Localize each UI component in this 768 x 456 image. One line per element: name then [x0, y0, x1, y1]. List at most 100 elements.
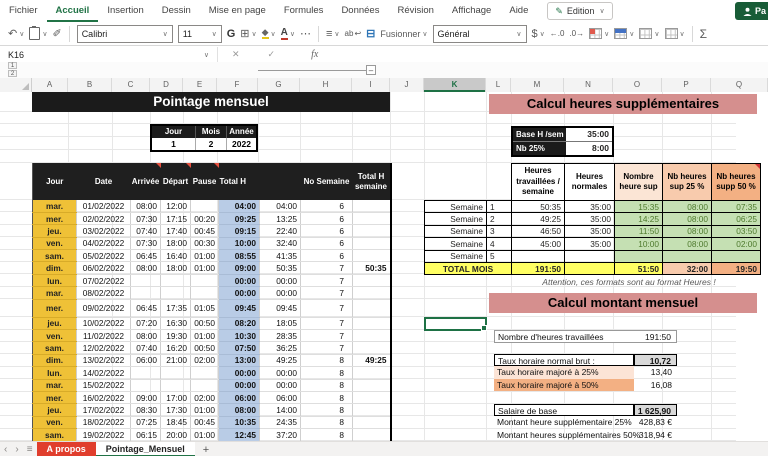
ribbon-tab[interactable]: Fichier: [0, 0, 47, 22]
overtime-50-cell[interactable]: 06:25: [711, 212, 761, 226]
depart-cell[interactable]: 17:00: [160, 391, 191, 405]
date-input-box[interactable]: Jour Mois Année 1 2 2022: [150, 124, 258, 152]
date-cell[interactable]: 16/02/2022: [76, 391, 131, 405]
day-cell[interactable]: dim.: [32, 261, 77, 275]
header-nb-sup-50[interactable]: Nb heures supp 50 %: [711, 163, 761, 201]
total-h-cell[interactable]: 00:00: [218, 274, 260, 288]
week-total-cell[interactable]: [352, 249, 391, 263]
total-h-cell[interactable]: 00:00: [218, 286, 260, 300]
align-button[interactable]: ≡ ∨: [326, 28, 340, 40]
arrivee-cell[interactable]: 08:00: [130, 329, 161, 343]
cumulative-cell[interactable]: 14:00: [259, 403, 301, 417]
depart-cell[interactable]: [160, 274, 191, 288]
week-number-cell[interactable]: 7: [300, 341, 353, 355]
pause-cell[interactable]: 01:00: [190, 261, 219, 275]
column-header-D[interactable]: D: [150, 78, 183, 92]
date-cell[interactable]: 15/02/2022: [76, 379, 131, 392]
header-pause[interactable]: Pause: [190, 163, 219, 200]
depart-cell[interactable]: [160, 286, 191, 300]
enter-icon[interactable]: ✓: [268, 49, 276, 60]
day-cell[interactable]: ven.: [32, 329, 77, 343]
header-total-h[interactable]: Total H: [218, 163, 260, 200]
overtime-50-cell[interactable]: 02:00: [711, 237, 761, 251]
pause-cell[interactable]: [190, 274, 219, 288]
overtime-25-cell[interactable]: 08:00: [662, 237, 712, 251]
overtime-50-cell[interactable]: [711, 249, 761, 263]
sheet-list-icon[interactable]: ≡: [27, 444, 33, 455]
cumulative-cell[interactable]: 50:35: [259, 261, 301, 275]
currency-format-button[interactable]: $ ∨: [532, 28, 545, 40]
sheet-grid[interactable]: Pointage mensuel Jour Mois Année 1 2 202…: [0, 92, 768, 442]
paste-button[interactable]: ∨: [29, 25, 47, 40]
arrivee-cell[interactable]: 06:45: [130, 249, 161, 263]
day-cell[interactable]: mer.: [32, 299, 77, 318]
param-value-cell[interactable]: 35:00: [566, 128, 612, 141]
cumulative-cell[interactable]: 32:40: [259, 237, 301, 251]
day-cell[interactable]: mar.: [32, 200, 77, 213]
total-25-cell[interactable]: 32:00: [662, 261, 712, 276]
depart-cell[interactable]: 20:00: [160, 428, 191, 442]
week-total-cell[interactable]: [352, 428, 391, 442]
ribbon-tab[interactable]: Insertion: [98, 0, 152, 22]
name-box[interactable]: K16 ∨: [0, 47, 218, 62]
total-h-cell[interactable]: 09:45: [218, 299, 260, 318]
date-cell[interactable]: 18/02/2022: [76, 416, 131, 430]
rate-value-cell[interactable]: 16,08: [634, 379, 677, 391]
week-total-cell[interactable]: [352, 416, 391, 430]
total-h-cell[interactable]: 00:00: [218, 379, 260, 392]
fx-icon[interactable]: fx: [311, 49, 318, 60]
overtime-hours-cell[interactable]: 10:00: [614, 237, 663, 251]
column-header-N[interactable]: N: [564, 78, 613, 92]
total-h-cell[interactable]: 06:00: [218, 391, 260, 405]
depart-cell[interactable]: 16:30: [160, 317, 191, 331]
depart-cell[interactable]: 16:20: [160, 341, 191, 355]
date-cell[interactable]: 04/02/2022: [76, 237, 131, 251]
day-cell[interactable]: sam.: [32, 428, 77, 442]
total-h-cell[interactable]: 08:00: [218, 403, 260, 417]
pause-cell[interactable]: 00:45: [190, 416, 219, 430]
column-header-Q[interactable]: Q: [711, 78, 768, 92]
week-number-cell[interactable]: 7: [300, 286, 353, 300]
ribbon-tab[interactable]: Révision: [388, 0, 442, 22]
normal-hours-cell[interactable]: 35:00: [564, 212, 615, 226]
pause-cell[interactable]: [190, 200, 219, 213]
week-number-cell[interactable]: 7: [300, 299, 353, 318]
header-date[interactable]: Date: [76, 163, 131, 200]
total-h-cell[interactable]: 09:15: [218, 224, 260, 238]
week-total-cell[interactable]: [352, 200, 391, 213]
week-total-cell[interactable]: [352, 403, 391, 417]
day-cell[interactable]: mar.: [32, 379, 77, 392]
merge-button[interactable]: Fusionner ∨: [380, 29, 427, 39]
outline-level-1-button[interactable]: 1: [8, 62, 17, 69]
date-cell[interactable]: 01/02/2022: [76, 200, 131, 213]
overtime-25-cell[interactable]: 08:00: [662, 224, 712, 239]
week-number-cell[interactable]: 7: [300, 261, 353, 275]
pause-cell[interactable]: 02:00: [190, 391, 219, 405]
column-header-C[interactable]: C: [112, 78, 150, 92]
header-nb-sup-25[interactable]: Nb heures sup 25 %: [662, 163, 712, 201]
undo-button[interactable]: ↶ ∨: [8, 27, 24, 40]
column-header-E[interactable]: E: [183, 78, 217, 92]
worked-hours-cell[interactable]: [511, 249, 565, 263]
cumulative-cell[interactable]: 41:35: [259, 249, 301, 263]
worked-hours-cell[interactable]: 49:25: [511, 212, 565, 226]
cumulative-cell[interactable]: 24:35: [259, 416, 301, 430]
pause-cell[interactable]: 00:45: [190, 224, 219, 238]
overtime-50-cell[interactable]: 07:35: [711, 199, 761, 214]
depart-cell[interactable]: 17:40: [160, 224, 191, 238]
cumulative-cell[interactable]: 00:00: [259, 366, 301, 380]
salary-value-cell[interactable]: 318,94 €: [634, 429, 677, 441]
cumulative-cell[interactable]: 09:45: [259, 299, 301, 318]
week-total-cell[interactable]: [352, 391, 391, 405]
arrivee-cell[interactable]: 09:00: [130, 391, 161, 405]
cumulative-cell[interactable]: 22:40: [259, 224, 301, 238]
overtime-25-cell[interactable]: 08:00: [662, 199, 712, 214]
autosum-button[interactable]: Σ: [700, 27, 707, 41]
total-h-cell[interactable]: 09:00: [218, 261, 260, 275]
arrivee-cell[interactable]: [130, 286, 161, 300]
week-label-cell[interactable]: Semaine: [424, 249, 487, 263]
arrivee-cell[interactable]: 07:30: [130, 212, 161, 226]
total-h-cell[interactable]: 12:45: [218, 428, 260, 442]
arrivee-cell[interactable]: 07:40: [130, 341, 161, 355]
overtime-50-cell[interactable]: 03:50: [711, 224, 761, 239]
